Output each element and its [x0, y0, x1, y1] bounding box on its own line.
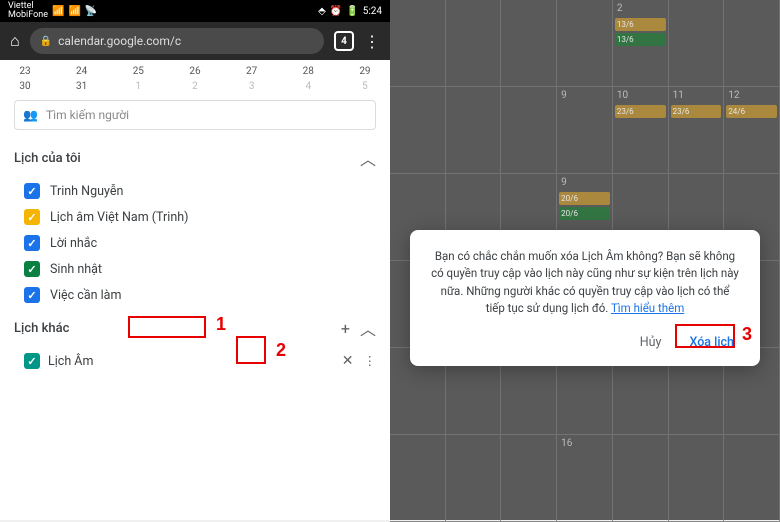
wifi-icon: 📡	[85, 6, 97, 17]
cancel-button[interactable]: Hủy	[634, 331, 668, 354]
calendar-label: Sinh nhật	[50, 262, 102, 277]
mini-day[interactable]: 5	[354, 81, 376, 92]
mini-day[interactable]: 28	[297, 66, 319, 77]
mini-day[interactable]: 4	[297, 81, 319, 92]
status-bar: Viettel MobiFone 📶 📶 📡 ⬘ ⏰ 🔋 5:24	[0, 0, 390, 22]
carrier-2: MobiFone	[8, 11, 48, 20]
my-calendars-title: Lịch của tôi	[14, 151, 81, 166]
calendar-label: Lịch âm Việt Nam (Trinh)	[50, 210, 188, 225]
calendar-item[interactable]: ✓ Lịch âm Việt Nam (Trinh)	[0, 204, 390, 230]
checkbox-icon[interactable]: ✓	[24, 261, 40, 277]
my-calendars-header[interactable]: Lịch của tôi ︿	[0, 138, 390, 178]
mini-day[interactable]: 23	[14, 66, 36, 77]
other-calendar-item[interactable]: ✓ Lịch Âm ✕ ⋮	[0, 348, 390, 374]
calendar-label: Trinh Nguyễn	[50, 184, 123, 199]
mini-day[interactable]: 24	[71, 66, 93, 77]
phone-left: Viettel MobiFone 📶 📶 📡 ⬘ ⏰ 🔋 5:24 ⌂ 🔒 ca…	[0, 0, 390, 520]
event-chip[interactable]: 20/6	[559, 207, 610, 220]
day-number: 2	[617, 3, 623, 14]
day-number: 12	[728, 90, 739, 101]
dialog-message: Bạn có chắc chắn muốn xóa Lịch Âm không?…	[430, 248, 740, 317]
calendar-label: Lịch Âm	[48, 354, 93, 369]
chevron-up-icon: ︿	[360, 146, 376, 170]
mini-day[interactable]: 30	[14, 81, 36, 92]
delete-calendar-dialog: Bạn có chắc chắn muốn xóa Lịch Âm không?…	[410, 230, 760, 366]
event-chip[interactable]: 23/6	[671, 105, 722, 118]
checkbox-icon[interactable]: ✓	[24, 235, 40, 251]
day-number: 11	[673, 90, 684, 101]
annotation-number-3: 3	[742, 324, 752, 345]
annotation-number-1: 1	[216, 314, 226, 335]
signal-icon: 📶	[52, 6, 64, 17]
people-icon: 👥	[23, 108, 38, 122]
checkbox-icon[interactable]: ✓	[24, 287, 40, 303]
other-calendars-header[interactable]: Lịch khác + ︿	[0, 308, 390, 348]
calendar-label: Việc cần làm	[50, 288, 121, 303]
chevron-up-icon: ︿	[360, 316, 376, 340]
checkbox-icon[interactable]: ✓	[24, 183, 40, 199]
mini-day[interactable]: 25	[127, 66, 149, 77]
mini-day[interactable]: 1	[127, 81, 149, 92]
menu-icon[interactable]: ⋮	[364, 32, 380, 51]
checkbox-icon[interactable]: ✓	[24, 353, 40, 369]
url-bar[interactable]: 🔒 calendar.google.com/c	[30, 28, 324, 54]
add-calendar-icon[interactable]: +	[341, 319, 350, 338]
remove-calendar-button[interactable]: ✕	[338, 353, 358, 369]
other-calendars-title: Lịch khác	[14, 321, 69, 336]
mini-day[interactable]: 26	[184, 66, 206, 77]
url-text: calendar.google.com/c	[58, 34, 181, 48]
calendar-item[interactable]: ✓ Việc cần làm	[0, 282, 390, 308]
checkbox-icon[interactable]: ✓	[24, 209, 40, 225]
clock-time: 5:24	[363, 6, 382, 17]
day-number: 16	[561, 438, 572, 449]
tab-switcher[interactable]: 4	[334, 31, 354, 51]
phone-right: 2 13/6 13/6 9 10 23/6 11 23/6 12 24/6 9 20/…	[390, 0, 780, 520]
mini-calendar: 23 24 25 26 27 28 29 30 31 1 2 3 4 5	[0, 60, 390, 92]
mini-day[interactable]: 2	[184, 81, 206, 92]
calendar-item[interactable]: ✓ Lời nhắc	[0, 230, 390, 256]
mini-day[interactable]: 27	[241, 66, 263, 77]
day-number: 9	[561, 90, 567, 101]
event-chip[interactable]: 13/6	[615, 18, 666, 31]
calendar-label: Lời nhắc	[50, 236, 97, 251]
mini-day[interactable]: 3	[241, 81, 263, 92]
alarm-icon: ⏰	[330, 6, 342, 17]
mini-day[interactable]: 29	[354, 66, 376, 77]
options-icon[interactable]: ⋮	[364, 353, 377, 369]
annotation-number-2: 2	[276, 340, 286, 361]
calendar-item[interactable]: ✓ Sinh nhật	[0, 256, 390, 282]
calendar-item[interactable]: ✓ Trinh Nguyễn	[0, 178, 390, 204]
day-number: 10	[617, 90, 628, 101]
mini-day[interactable]: 31	[71, 81, 93, 92]
event-chip[interactable]: 20/6	[559, 192, 610, 205]
search-people-input[interactable]: 👥 Tìm kiếm người	[14, 100, 376, 130]
nfc-icon: ⬘	[318, 6, 326, 17]
day-number: 9	[561, 177, 567, 188]
event-chip[interactable]: 23/6	[615, 105, 666, 118]
signal-icon-2: 📶	[68, 6, 80, 17]
browser-bar: ⌂ 🔒 calendar.google.com/c 4 ⋮	[0, 22, 390, 60]
lock-icon: 🔒	[40, 36, 52, 47]
event-chip[interactable]: 13/6	[615, 33, 666, 46]
event-chip[interactable]: 24/6	[726, 105, 777, 118]
battery-icon: 🔋	[346, 6, 358, 17]
learn-more-link[interactable]: Tìm hiểu thêm	[611, 301, 684, 315]
search-placeholder: Tìm kiếm người	[46, 108, 129, 122]
delete-calendar-button[interactable]: Xóa lịch	[683, 331, 740, 354]
home-icon[interactable]: ⌂	[10, 31, 20, 51]
